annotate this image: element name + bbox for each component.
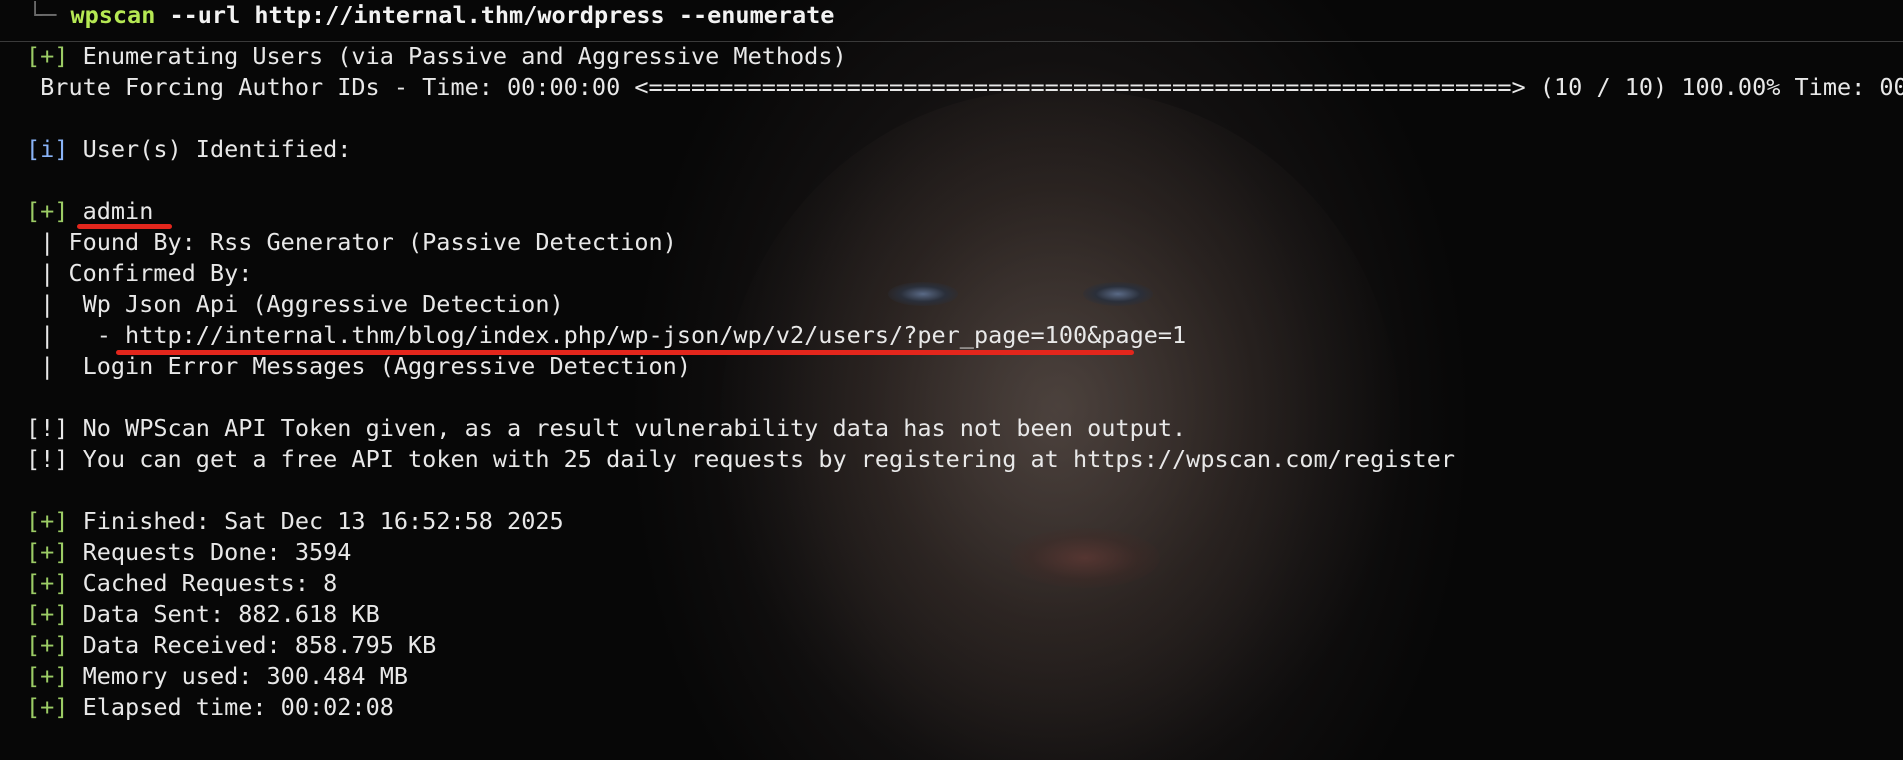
line-text: No WPScan API Token given, as a result v… (82, 414, 1187, 442)
output-enumerating-users: [+] Enumerating Users (via Passive and A… (26, 41, 847, 72)
line-text: You can get a free API token with 25 dai… (82, 445, 1455, 473)
warn-marker: [!] (26, 445, 69, 473)
line-text: Elapsed time: 00:02:08 (82, 693, 394, 721)
output-free-token: [!] You can get a free API token with 25… (26, 444, 1455, 475)
output-cached-requests: [+] Cached Requests: 8 (26, 568, 337, 599)
line-text: Data Received: 858.795 KB (82, 631, 437, 659)
users-endpoint-url[interactable]: http://internal.thm/blog/index.php/wp-js… (125, 321, 1186, 349)
prompt-corner: └─ (28, 1, 57, 29)
output-data-received: [+] Data Received: 858.795 KB (26, 630, 436, 661)
output-wp-json: | Wp Json Api (Aggressive Detection) (26, 290, 564, 318)
output-brute-force-progress: Brute Forcing Author IDs - Time: 00:00:0… (26, 73, 1903, 101)
output-login-error: | Login Error Messages (Aggressive Detec… (26, 352, 691, 380)
output-confirmed-by: | Confirmed By: (26, 259, 253, 287)
plus-marker: [+] (26, 693, 69, 721)
output-no-token: [!] No WPScan API Token given, as a resu… (26, 413, 1186, 444)
wallpaper-lips (1010, 528, 1160, 588)
plus-marker: [+] (26, 42, 69, 70)
command-name: wpscan (70, 1, 156, 29)
output-memory-used: [+] Memory used: 300.484 MB (26, 661, 408, 692)
output-found-by: | Found By: Rss Generator (Passive Detec… (26, 228, 677, 256)
output-elapsed-time: [+] Elapsed time: 00:02:08 (26, 692, 394, 723)
plus-marker: [+] (26, 538, 69, 566)
line-text: Finished: Sat Dec 13 16:52:58 2025 (82, 507, 564, 535)
output-finished: [+] Finished: Sat Dec 13 16:52:58 2025 (26, 506, 564, 537)
output-username-line: [+] admin (26, 196, 153, 227)
line-text: Enumerating Users (via Passive and Aggre… (82, 42, 847, 70)
warn-marker: [!] (26, 414, 69, 442)
wallpaper-right-eye (1083, 282, 1153, 306)
plus-marker: [+] (26, 631, 69, 659)
plus-marker: [+] (26, 507, 69, 535)
url-prefix: | - (26, 321, 126, 349)
plus-marker: [+] (26, 197, 69, 225)
line-text: Memory used: 300.484 MB (82, 662, 409, 690)
output-url-line: | - http://internal.thm/blog/index.php/w… (26, 320, 1186, 351)
username-admin: admin (82, 197, 154, 225)
wallpaper-left-eye (888, 282, 958, 306)
line-text: Requests Done: 3594 (82, 538, 352, 566)
line-text: Cached Requests: 8 (82, 569, 338, 597)
terminal-window[interactable]: └─ wpscan --url http://internal.thm/word… (0, 0, 1903, 760)
plus-marker: [+] (26, 569, 69, 597)
output-users-identified: [i] User(s) Identified: (26, 134, 351, 165)
plus-marker: [+] (26, 600, 69, 628)
command-args: --url http://internal.thm/wordpress --en… (155, 1, 835, 29)
line-text: Data Sent: 882.618 KB (82, 600, 380, 628)
plus-marker: [+] (26, 662, 69, 690)
prompt-line: └─ wpscan --url http://internal.thm/word… (28, 0, 834, 31)
output-requests-done: [+] Requests Done: 3594 (26, 537, 351, 568)
info-marker: [i] (26, 135, 69, 163)
line-text: User(s) Identified: (82, 135, 352, 163)
output-data-sent: [+] Data Sent: 882.618 KB (26, 599, 380, 630)
